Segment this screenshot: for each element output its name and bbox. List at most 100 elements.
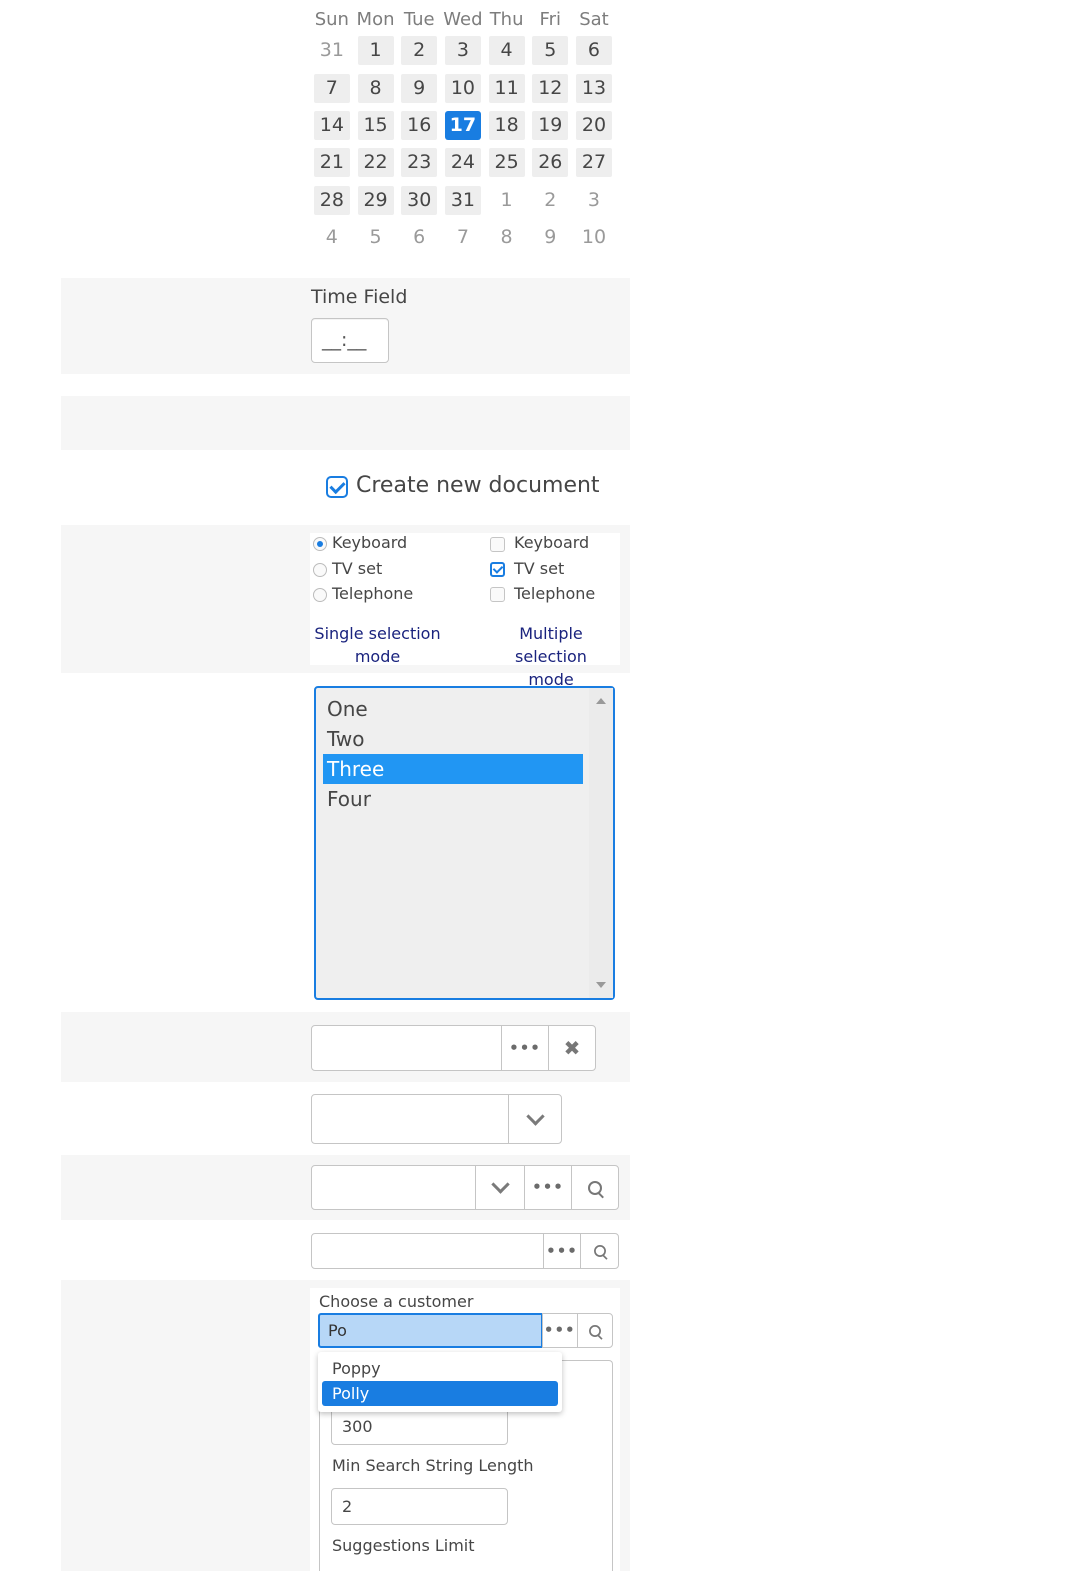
customer-search-button[interactable] bbox=[576, 1314, 612, 1347]
picker-field-input[interactable] bbox=[312, 1026, 501, 1070]
calendar-day-other-month[interactable]: 2 bbox=[528, 186, 572, 215]
calendar-day[interactable]: 10 bbox=[441, 73, 485, 103]
lookup-picker-input[interactable] bbox=[312, 1166, 475, 1209]
calendar-day[interactable]: 15 bbox=[354, 110, 398, 140]
suggestion-open-button[interactable]: ••• bbox=[543, 1234, 580, 1268]
calendar-day-number[interactable]: 13 bbox=[575, 73, 612, 103]
calendar-day[interactable]: 22 bbox=[354, 148, 398, 178]
calendar-day-other-month[interactable]: 6 bbox=[397, 223, 441, 252]
calendar-day-number[interactable]: 6 bbox=[575, 36, 612, 66]
calendar-day[interactable]: 17 bbox=[441, 110, 485, 140]
calendar-day-other-month[interactable]: 5 bbox=[354, 223, 398, 252]
list-item-one[interactable]: One bbox=[323, 694, 583, 724]
calendar-day-number[interactable]: 5 bbox=[358, 223, 394, 252]
list-item-four[interactable]: Four bbox=[323, 784, 583, 814]
scroll-up-icon[interactable] bbox=[596, 698, 606, 704]
checkbox-label-keyboard[interactable]: Keyboard bbox=[514, 533, 589, 553]
list-item-three[interactable]: Three bbox=[323, 754, 583, 784]
calendar-day-number[interactable]: 14 bbox=[313, 110, 350, 140]
calendar-day[interactable]: 20 bbox=[572, 110, 616, 140]
radio-label-telephone[interactable]: Telephone bbox=[332, 584, 413, 604]
calendar-day[interactable]: 26 bbox=[528, 148, 572, 178]
calendar-day-other-month[interactable]: 9 bbox=[528, 223, 572, 252]
create-document-checkbox[interactable] bbox=[326, 476, 348, 498]
calendar-day-number[interactable]: 16 bbox=[401, 110, 438, 140]
radio-label-tv-set[interactable]: TV set bbox=[332, 559, 382, 579]
calendar-day-other-month[interactable]: 7 bbox=[441, 223, 485, 252]
calendar-day-number[interactable]: 2 bbox=[401, 36, 438, 66]
lookup-picker-open-button[interactable]: ••• bbox=[524, 1166, 571, 1209]
calendar-day[interactable]: 3 bbox=[441, 36, 485, 66]
calendar-day-number[interactable]: 2 bbox=[532, 186, 568, 215]
calendar-day-number[interactable]: 7 bbox=[445, 223, 481, 252]
create-document-label[interactable]: Create new document bbox=[356, 473, 600, 498]
checkbox-telephone[interactable] bbox=[490, 587, 505, 602]
lookup-field-input[interactable] bbox=[312, 1095, 508, 1143]
calendar-day-number[interactable]: 8 bbox=[489, 223, 525, 252]
calendar-day-other-month[interactable]: 3 bbox=[572, 186, 616, 215]
calendar-day-number[interactable]: 22 bbox=[357, 148, 394, 178]
calendar-day[interactable]: 13 bbox=[572, 73, 616, 103]
calendar-day-other-month[interactable]: 4 bbox=[310, 223, 354, 252]
radio-label-keyboard[interactable]: Keyboard bbox=[332, 533, 407, 553]
calendar-day[interactable]: 21 bbox=[310, 148, 354, 178]
calendar-day[interactable]: 25 bbox=[485, 148, 529, 178]
calendar-day[interactable]: 31 bbox=[441, 185, 485, 215]
calendar-day[interactable]: 11 bbox=[485, 73, 529, 103]
checkbox-tv-set[interactable] bbox=[490, 562, 505, 577]
calendar-day[interactable]: 24 bbox=[441, 148, 485, 178]
lookup-picker-dropdown-button[interactable] bbox=[475, 1166, 524, 1209]
calendar-day[interactable]: 23 bbox=[397, 148, 441, 178]
calendar-day-number[interactable]: 3 bbox=[444, 36, 481, 66]
calendar-day-number[interactable]: 8 bbox=[357, 73, 394, 103]
calendar-day-number[interactable]: 20 bbox=[575, 110, 612, 140]
customer-search-input[interactable]: Po bbox=[318, 1313, 543, 1348]
picker-open-button[interactable]: ••• bbox=[501, 1026, 548, 1070]
calendar-day[interactable]: 5 bbox=[528, 36, 572, 66]
calendar-day-number[interactable]: 3 bbox=[576, 186, 612, 215]
checkbox-keyboard[interactable] bbox=[490, 537, 505, 552]
calendar-day-number[interactable]: 18 bbox=[488, 110, 525, 140]
time-field-input[interactable]: __:__ bbox=[311, 318, 389, 363]
checkbox-label-telephone[interactable]: Telephone bbox=[514, 584, 595, 604]
radio-keyboard[interactable] bbox=[313, 537, 327, 551]
calendar-day[interactable]: 18 bbox=[485, 110, 529, 140]
scroll-down-icon[interactable] bbox=[596, 982, 606, 988]
calendar-day-number[interactable]: 15 bbox=[357, 110, 394, 140]
calendar-day[interactable]: 27 bbox=[572, 148, 616, 178]
radio-tv-set[interactable] bbox=[313, 563, 327, 577]
suggestion-item-poppy[interactable]: Poppy bbox=[322, 1356, 558, 1381]
calendar-day[interactable]: 8 bbox=[354, 73, 398, 103]
calendar-day[interactable]: 4 bbox=[485, 36, 529, 66]
suggestion-search-button[interactable] bbox=[580, 1234, 618, 1268]
calendar-day[interactable]: 19 bbox=[528, 110, 572, 140]
calendar-day-number[interactable]: 1 bbox=[357, 36, 394, 66]
calendar-day[interactable]: 16 bbox=[397, 110, 441, 140]
calendar-day-number[interactable]: 11 bbox=[488, 73, 525, 103]
calendar-day-number[interactable]: 29 bbox=[357, 185, 394, 215]
calendar-day-other-month[interactable]: 1 bbox=[485, 186, 529, 215]
suggestion-field-input[interactable] bbox=[312, 1234, 543, 1268]
calendar-day[interactable]: 30 bbox=[397, 185, 441, 215]
delay-input[interactable]: 300 bbox=[331, 1408, 508, 1445]
calendar-day-other-month[interactable]: 8 bbox=[485, 223, 529, 252]
calendar-day[interactable]: 9 bbox=[397, 73, 441, 103]
calendar-day-number[interactable]: 30 bbox=[401, 185, 438, 215]
calendar-day-number[interactable]: 25 bbox=[488, 148, 525, 178]
calendar-day-number[interactable]: 9 bbox=[401, 73, 438, 103]
calendar-day[interactable]: 29 bbox=[354, 185, 398, 215]
calendar-day-number[interactable]: 7 bbox=[313, 73, 350, 103]
suggestion-item-polly[interactable]: Polly bbox=[322, 1381, 558, 1406]
calendar-day[interactable]: 28 bbox=[310, 185, 354, 215]
calendar-day-number[interactable]: 9 bbox=[532, 223, 568, 252]
lookup-picker-search-button[interactable] bbox=[571, 1166, 618, 1209]
calendar-day-number[interactable]: 10 bbox=[576, 223, 612, 252]
calendar-day-number[interactable]: 4 bbox=[488, 36, 525, 66]
calendar-day-number[interactable]: 6 bbox=[401, 223, 437, 252]
calendar-day-number[interactable]: 1 bbox=[489, 186, 525, 215]
calendar-day-number[interactable]: 10 bbox=[444, 73, 481, 103]
calendar-day[interactable]: 7 bbox=[310, 73, 354, 103]
checkbox-label-tv-set[interactable]: TV set bbox=[514, 559, 564, 579]
calendar-day-number[interactable]: 31 bbox=[444, 185, 481, 215]
calendar-day-other-month[interactable]: 10 bbox=[572, 223, 616, 252]
